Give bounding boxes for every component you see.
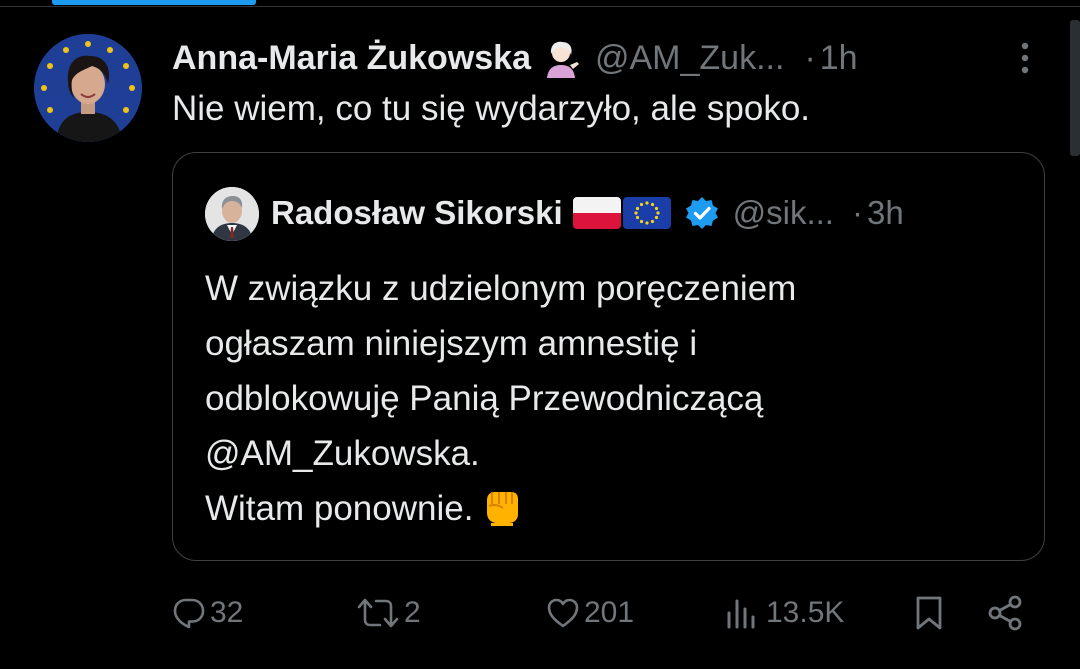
quoted-tweet-header: Radosław Sikorski @sik... · 3h — [271, 191, 904, 235]
text-line: ogłaszam niniejszym amnestię i — [205, 324, 698, 363]
share-icon — [988, 595, 1022, 631]
repost-count: 2 — [404, 596, 421, 629]
tweet-timestamp[interactable]: 1h — [820, 39, 858, 78]
more-options-icon[interactable] — [1014, 40, 1036, 76]
views-button[interactable]: 13.5K — [724, 588, 844, 638]
quoted-author-avatar[interactable] — [205, 187, 259, 241]
active-tab-indicator — [52, 0, 256, 5]
share-button[interactable] — [986, 588, 1024, 638]
eu-flag-icon — [622, 197, 671, 229]
avatar-image — [34, 34, 142, 142]
bookmark-button[interactable] — [912, 588, 946, 638]
quoted-author-name[interactable]: Radosław Sikorski — [271, 194, 563, 232]
oncoming-fist-icon — [487, 492, 519, 526]
quoted-tweet-text: W związku z udzielonym poręczeniem ogłas… — [205, 261, 1005, 536]
quoted-tweet-card[interactable]: Radosław Sikorski @sik... · 3h W związku… — [172, 152, 1045, 561]
woman-tipping-hand-icon — [546, 41, 579, 78]
tweet-screen: Anna-Maria Żukowska @AM_Zuk... · 1h Nie … — [0, 0, 1080, 669]
verified-badge-icon[interactable] — [685, 196, 719, 230]
quoted-tweet-timestamp[interactable]: 3h — [867, 194, 904, 232]
separator-dot: · — [804, 38, 816, 77]
repost-button[interactable]: 2 — [356, 588, 421, 638]
separator-dot: · — [851, 194, 863, 231]
tweet-header: Anna-Maria Żukowska @AM_Zuk... · 1h — [172, 36, 858, 80]
quoted-author-handle[interactable]: @sik... — [733, 194, 834, 232]
tweet-action-bar: 32 2 201 13.5K — [172, 588, 1032, 638]
author-avatar[interactable] — [34, 34, 142, 142]
like-count: 201 — [584, 596, 635, 629]
divider — [0, 6, 1080, 7]
reply-count: 32 — [210, 596, 244, 629]
text-line: W związku z udzielonym poręczeniem — [205, 269, 797, 308]
author-handle[interactable]: @AM_Zuk... — [595, 39, 784, 78]
reply-button[interactable]: 32 — [172, 588, 243, 638]
reply-icon — [173, 598, 205, 629]
author-name[interactable]: Anna-Maria Żukowska — [172, 39, 531, 78]
heart-icon — [547, 598, 579, 628]
text-line: odblokowuję Panią Przewodniczącą — [205, 379, 764, 418]
poland-flag-icon — [572, 197, 621, 229]
tweet-text: Nie wiem, co tu się wydarzyło, ale spoko… — [172, 89, 811, 128]
repost-icon — [357, 598, 399, 628]
bookmark-icon — [916, 596, 942, 630]
text-line-with-emoji: Witam ponownie. — [205, 481, 1005, 536]
views-icon — [727, 599, 755, 629]
scrollbar-thumb[interactable] — [1070, 20, 1080, 156]
mention-line: @AM_Zukowska. — [205, 434, 480, 473]
views-count: 13.5K — [766, 596, 845, 629]
avatar-image — [205, 187, 259, 241]
like-button[interactable]: 201 — [546, 588, 634, 638]
text-line: Witam ponownie. — [205, 489, 474, 528]
